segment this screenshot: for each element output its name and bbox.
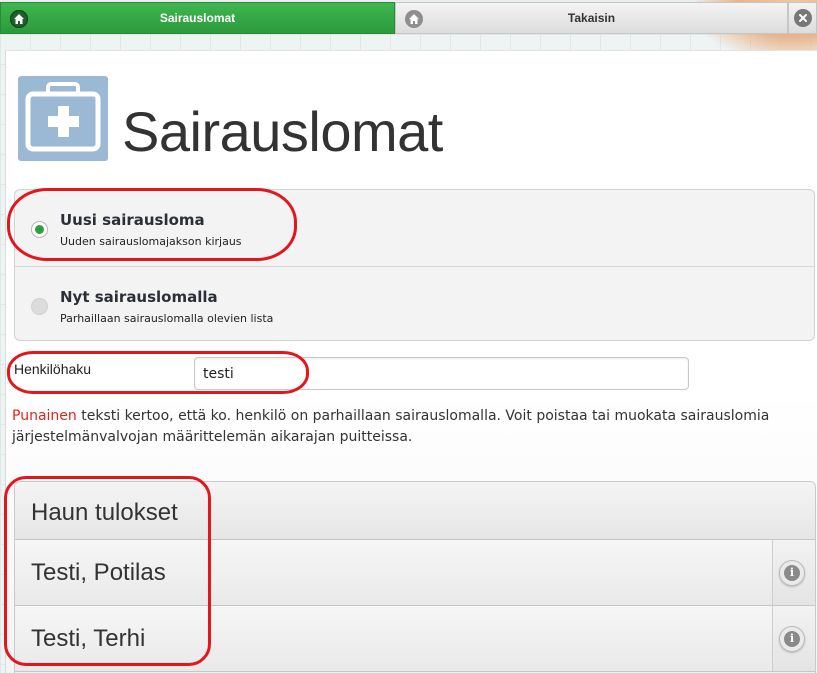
search-label: Henkilöhaku <box>14 361 92 377</box>
home-icon <box>10 10 28 28</box>
radio-unselected[interactable] <box>31 298 48 315</box>
back-tab[interactable]: Takaisin <box>395 2 788 34</box>
result-row[interactable]: Testi, Potilas i <box>15 540 815 606</box>
option-description: Parhaillaan sairauslomalla olevien lista <box>60 312 274 325</box>
first-aid-kit-icon <box>18 76 108 161</box>
results-header: Haun tulokset <box>15 482 815 540</box>
info-icon: i <box>779 626 805 652</box>
tab-sairauslomat[interactable]: Sairauslomat <box>0 2 395 34</box>
mode-selector: Uusi sairausloma Uuden sairauslomajakson… <box>14 189 815 341</box>
search-results: Haun tulokset Testi, Potilas i Testi, Te… <box>14 481 816 673</box>
option-new-sick-leave[interactable]: Uusi sairausloma Uuden sairauslomajakson… <box>15 190 814 266</box>
row-info-button[interactable]: i <box>772 606 815 671</box>
home-icon <box>405 10 423 28</box>
row-info-button[interactable]: i <box>772 540 815 605</box>
person-search-input[interactable] <box>194 357 689 390</box>
radio-selected[interactable] <box>31 221 48 238</box>
info-icon: i <box>779 560 805 586</box>
option-title: Uusi sairausloma <box>60 211 205 229</box>
info-body: teksti kertoo, että ko. henkilö on parha… <box>12 408 770 445</box>
close-icon <box>793 9 812 27</box>
result-name: Testi, Potilas <box>31 559 166 586</box>
option-description: Uuden sairauslomajakson kirjaus <box>60 235 242 248</box>
results-title: Haun tulokset <box>31 499 178 526</box>
result-row[interactable]: Testi, Terhi i <box>15 606 815 672</box>
result-name: Testi, Terhi <box>31 625 146 652</box>
tab-label: Sairauslomat <box>159 11 236 25</box>
tab-bar: Sairauslomat Takaisin <box>0 0 817 36</box>
page-title: Sairauslomat <box>122 100 443 163</box>
info-red-word: Punainen <box>12 408 77 424</box>
option-current-sick-leave[interactable]: Nyt sairauslomalla Parhaillaan sairauslo… <box>15 266 814 342</box>
info-text: Punainen teksti kertoo, että ko. henkilö… <box>12 406 810 448</box>
option-title: Nyt sairauslomalla <box>60 288 218 306</box>
tab-label: Takaisin <box>567 11 616 25</box>
close-button[interactable] <box>788 2 817 34</box>
